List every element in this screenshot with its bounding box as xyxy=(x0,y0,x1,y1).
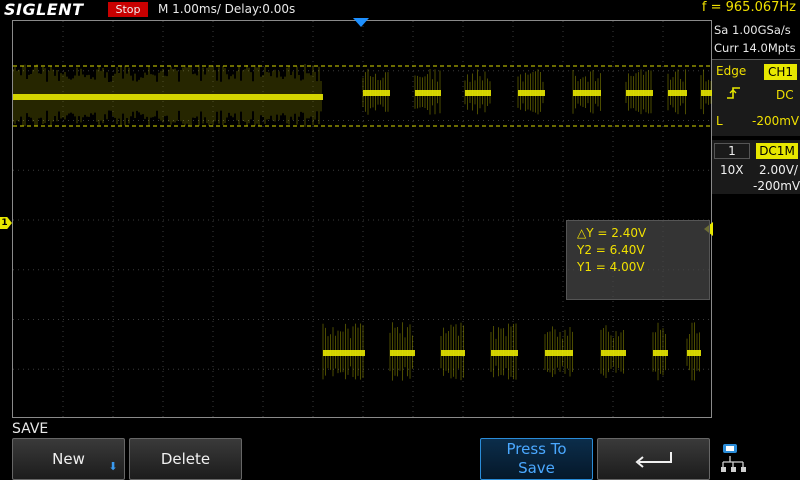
memory-depth: Curr 14.0Mpts xyxy=(714,41,796,55)
press-to-save-button[interactable]: Press To Save xyxy=(480,438,593,480)
delete-button-label: Delete xyxy=(161,450,210,468)
cursor-y1: Y1 = 4.00V xyxy=(577,259,699,276)
network-icon[interactable] xyxy=(720,442,748,476)
delete-button[interactable]: Delete xyxy=(129,438,242,480)
timebase-readout: M 1.00ms/ Delay:0.00s xyxy=(158,2,295,16)
rising-edge-icon xyxy=(726,86,742,100)
run-state-badge[interactable]: Stop xyxy=(108,2,148,17)
menu-title: SAVE xyxy=(12,421,48,437)
channel-coupling-badge: DC1M xyxy=(756,143,798,159)
trigger-level-label: L xyxy=(716,114,723,128)
waveform-display[interactable] xyxy=(12,20,712,418)
channel-number: 1 xyxy=(714,143,750,159)
cursor-measurement-box: △Y = 2.40V Y2 = 6.40V Y1 = 4.00V xyxy=(566,220,710,300)
vertical-scale: 2.00V/ xyxy=(759,163,798,177)
probe-attenuation: 10X xyxy=(720,163,744,177)
press-to-save-line2: Save xyxy=(518,459,555,478)
return-arrow-icon xyxy=(631,449,677,469)
brand-logo: SIGLENT xyxy=(4,0,84,19)
frequency-readout: f = 965.067Hz xyxy=(702,0,796,15)
channel-1-offset-marker[interactable]: 1 xyxy=(0,217,12,229)
press-to-save-line1: Press To xyxy=(506,440,566,459)
trigger-coupling: DC xyxy=(776,88,794,102)
vertical-offset: -200mV xyxy=(753,179,800,193)
cursor-delta-y: △Y = 2.40V xyxy=(577,225,699,242)
cursor-y2: Y2 = 6.40V xyxy=(577,242,699,259)
new-button-label: New xyxy=(52,450,85,468)
trigger-type: Edge xyxy=(716,64,746,78)
new-button[interactable]: New ⬇ xyxy=(12,438,125,480)
sample-rate: Sa 1.00GSa/s xyxy=(714,23,791,37)
trigger-level-value: -200mV xyxy=(752,114,799,128)
chevron-down-icon: ⬇ xyxy=(108,462,118,472)
trigger-position-marker[interactable] xyxy=(353,18,369,27)
return-button[interactable] xyxy=(597,438,710,480)
trigger-source-badge: CH1 xyxy=(764,64,797,80)
status-bar: SIGLENT Stop M 1.00ms/ Delay:0.00s f = 9… xyxy=(0,0,800,19)
